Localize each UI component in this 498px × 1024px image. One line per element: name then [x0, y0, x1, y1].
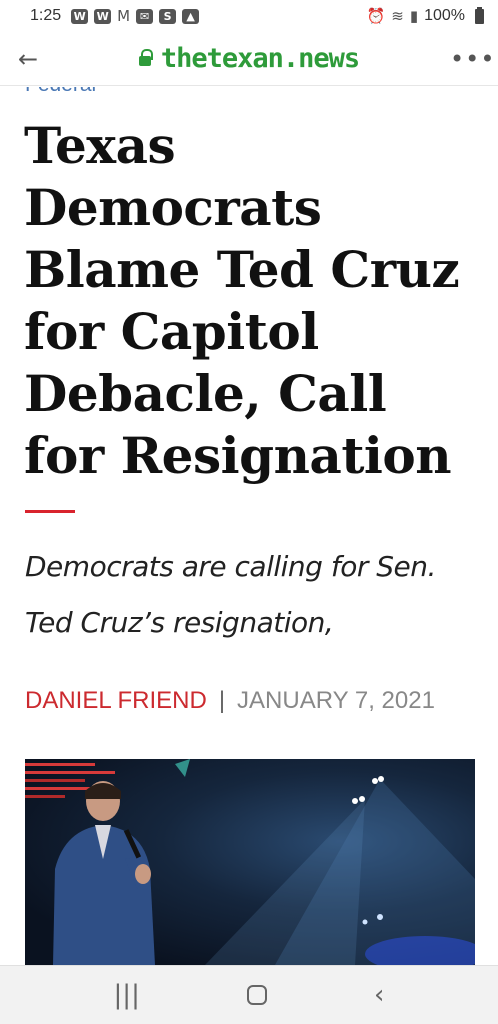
headline-line: for Resignation	[24, 426, 452, 485]
status-left: 1:25 W W M ✉ S ▲	[30, 7, 200, 25]
home-button[interactable]	[246, 985, 267, 1005]
article-subhead: Democrats are calling for Sen. Ted Cruz’…	[25, 539, 480, 651]
wifi-icon: ≋	[391, 7, 404, 25]
article-content[interactable]: Federal Texas Democrats Blame Ted Cruz f…	[0, 87, 498, 965]
headline-line: Texas	[24, 116, 176, 175]
publish-date: January 7, 2021	[237, 687, 435, 714]
w-app-icon: W	[94, 8, 112, 24]
signal-icon: ▮	[409, 7, 419, 25]
headline-line: Debacle, Call	[24, 364, 387, 423]
url-text[interactable]: thetexan.news	[161, 43, 360, 74]
back-button[interactable]: ‹	[374, 980, 384, 1010]
status-time: 1:25	[30, 7, 62, 24]
battery-icon	[475, 6, 484, 24]
headline-line: Blame Ted Cruz	[24, 240, 460, 299]
browser-url-bar: ← thetexan.news •••	[0, 32, 498, 86]
status-right: ⏰ ≋ ▮ 100%	[366, 6, 484, 25]
gmail-icon: M	[117, 7, 131, 25]
headline-line: for Capitol	[24, 302, 319, 361]
subhead-line: Democrats are calling for Sen.	[25, 550, 436, 583]
status-bar: 1:25 W W M ✉ S ▲ ⏰ ≋ ▮ 100%	[0, 0, 498, 32]
author-link[interactable]: Daniel Friend	[25, 687, 207, 715]
byline: Daniel Friend | January 7, 2021	[25, 687, 435, 715]
article-headline: Texas Democrats Blame Ted Cruz for Capit…	[24, 115, 484, 487]
accent-divider	[25, 510, 75, 513]
lock-icon	[138, 48, 153, 66]
hero-image[interactable]	[25, 759, 475, 965]
address-field[interactable]: thetexan.news	[48, 43, 450, 74]
headline-line: Democrats	[24, 178, 322, 237]
system-nav-bar: ||| ‹	[0, 965, 498, 1024]
byline-separator: |	[218, 687, 226, 714]
more-icon[interactable]: •••	[450, 45, 494, 73]
mail-icon: ✉	[136, 8, 154, 24]
back-arrow-icon[interactable]: ←	[18, 45, 48, 73]
subhead-line: Ted Cruz’s resignation,	[25, 606, 334, 639]
battery-percent: 100%	[424, 7, 465, 24]
w-app-icon: W	[71, 8, 89, 24]
category-link[interactable]: Federal	[25, 87, 96, 97]
gallery-icon: ▲	[182, 8, 200, 24]
recents-button[interactable]: |||	[114, 980, 140, 1010]
alarm-icon: ⏰	[366, 7, 386, 25]
hero-illustration	[25, 759, 475, 965]
shazam-icon: S	[159, 8, 177, 24]
